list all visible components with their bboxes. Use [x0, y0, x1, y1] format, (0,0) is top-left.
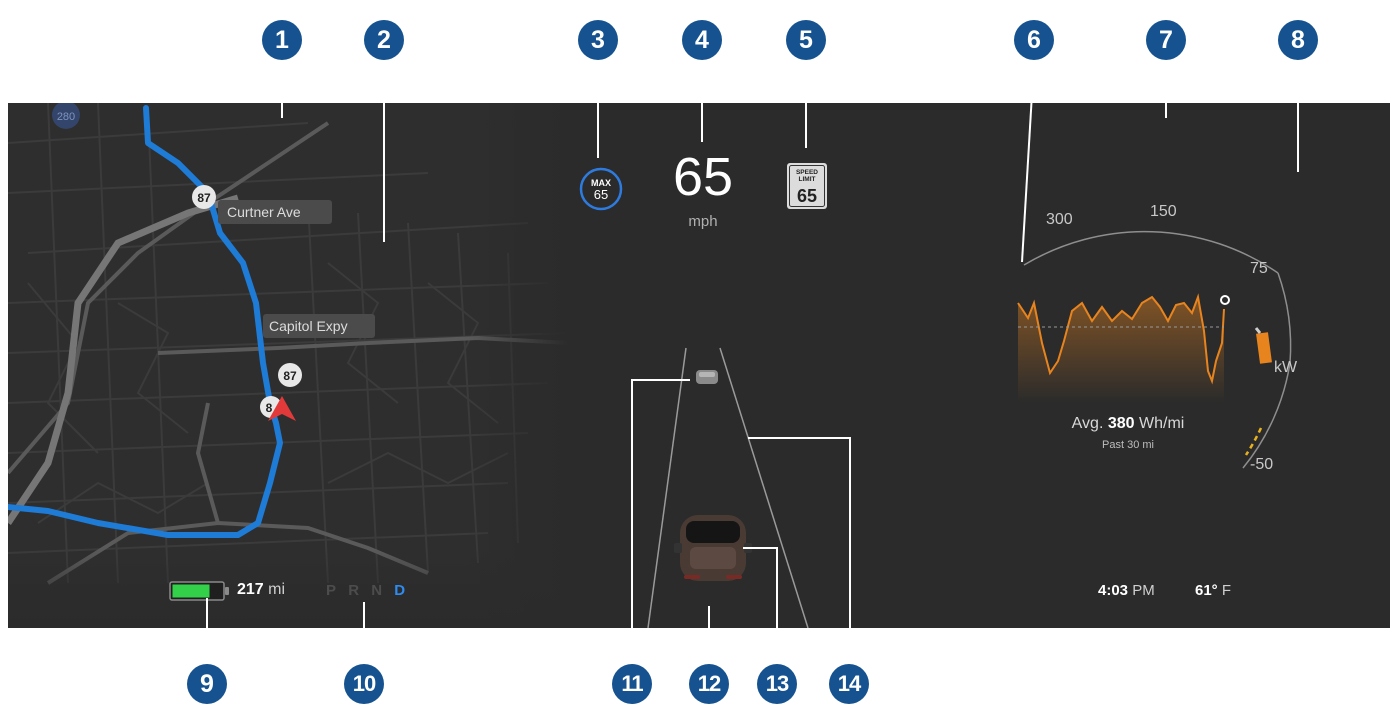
instrument-cluster: 280 87 87 8 Curtner Ave Capitol Expy MAX: [8, 103, 1390, 628]
power-scale-label: -50: [1250, 456, 1274, 473]
power-scale-arc: [1242, 362, 1291, 469]
lane-line-left: [647, 347, 687, 628]
svg-text:Curtner Ave: Curtner Ave: [227, 204, 301, 220]
gear-selector: P R N D: [326, 582, 405, 599]
speed-unit: mph: [688, 213, 718, 230]
svg-text:65: 65: [594, 187, 608, 202]
street-label: Curtner Ave: [218, 200, 332, 224]
graph-current-point-icon: [1220, 295, 1230, 305]
street-label: Capitol Expy: [263, 314, 375, 338]
svg-text:SPEED: SPEED: [796, 169, 818, 176]
lead-vehicle-icon: [696, 370, 718, 384]
callout-1: 1: [262, 20, 302, 60]
callout-10: 10: [344, 664, 384, 704]
power-scale-arc: [1277, 272, 1292, 364]
speed-limit-sign-icon: SPEED LIMIT 65: [787, 163, 827, 209]
driving-visualization: [647, 347, 809, 628]
callout-13: 13: [757, 664, 797, 704]
callout-7: 7: [1146, 20, 1186, 60]
route-shield-icon: 87: [278, 363, 302, 387]
current-speed: 65: [672, 147, 734, 207]
svg-text:65: 65: [797, 186, 817, 206]
callout-3: 3: [578, 20, 618, 60]
callout-8: 8: [1278, 20, 1318, 60]
power-scale-label: 75: [1250, 260, 1268, 277]
average-consumption: Avg. 380 Wh/mi: [1071, 415, 1185, 432]
callout-14: 14: [829, 664, 869, 704]
svg-text:280: 280: [57, 111, 75, 123]
navigation-map[interactable]: 280 87 87 8 Curtner Ave Capitol Expy: [8, 103, 568, 628]
gear-d: D: [394, 582, 406, 599]
outside-temperature: 61° F: [1195, 582, 1232, 599]
svg-text:87: 87: [197, 191, 211, 205]
power-scale-arc: [1023, 230, 1279, 274]
callout-6: 6: [1014, 20, 1054, 60]
battery-icon: [169, 581, 229, 601]
svg-text:LIMIT: LIMIT: [799, 176, 816, 183]
gear-r: R: [348, 582, 360, 599]
power-scale-label: 300: [1046, 211, 1073, 228]
consumption-window: Past 30 mi: [1102, 439, 1154, 451]
gear-n: N: [371, 582, 383, 599]
callout-5: 5: [786, 20, 826, 60]
callout-4: 4: [682, 20, 722, 60]
callout-2: 2: [364, 20, 404, 60]
power-unit: kW: [1274, 359, 1298, 376]
callout-9: 9: [187, 664, 227, 704]
clock: 4:03 PM: [1098, 582, 1155, 599]
svg-text:Capitol Expy: Capitol Expy: [269, 318, 348, 334]
lane-line-right: [719, 347, 809, 628]
power-level-bar: [1256, 332, 1272, 364]
svg-text:8: 8: [266, 401, 273, 415]
callout-11: 11: [612, 664, 652, 704]
gear-p: P: [326, 582, 337, 599]
range-display: 217 mi: [237, 581, 286, 598]
callout-12: 12: [689, 664, 729, 704]
ego-vehicle-icon: [674, 515, 752, 581]
regen-indicator: [1244, 427, 1263, 456]
route-shield-icon: 87: [192, 185, 216, 209]
svg-text:87: 87: [283, 369, 297, 383]
max-speed-indicator: MAX 65: [579, 167, 623, 211]
power-scale-label: 150: [1150, 203, 1177, 220]
